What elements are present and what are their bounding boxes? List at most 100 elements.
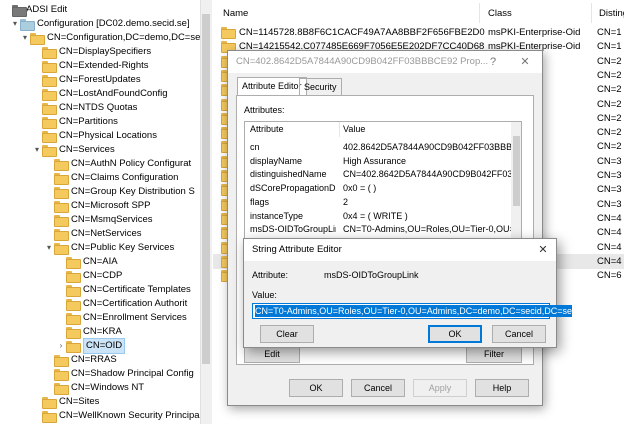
clear-button[interactable]: Clear	[260, 325, 314, 343]
tree-item[interactable]: CN=DisplaySpecifiers	[32, 45, 151, 59]
ok-button[interactable]: OK	[428, 325, 482, 343]
cancel-button[interactable]: Cancel	[492, 325, 546, 343]
distinguished-name-cell: CN=2	[597, 55, 622, 67]
tree-item[interactable]: CN=Extended-Rights	[32, 59, 149, 73]
expand-chevron-icon[interactable]: ›	[56, 339, 66, 353]
attribute-row[interactable]: instanceType 0x4 = ( WRITE )	[245, 210, 511, 223]
help-icon[interactable]: ?	[480, 51, 506, 73]
list-row[interactable]: CN=1145728.8B8F6C1CACF49A7AA8BBF2F656FBE…	[213, 25, 624, 40]
tree-item-label: CN=WellKnown Security Principa	[59, 410, 200, 421]
tree-item-label: CN=LostAndFoundConfig	[59, 88, 168, 99]
tab-attribute-editor[interactable]: Attribute Editor	[237, 77, 307, 96]
tree-item[interactable]: ▾ Configuration [DC02.demo.secid.se]	[10, 17, 190, 31]
tree-item-label: CN=ForestUpdates	[59, 74, 141, 85]
distinguished-name-cell: CN=3	[597, 184, 622, 196]
folder-icon	[42, 75, 57, 87]
expand-chevron-icon[interactable]: ▾	[20, 31, 30, 45]
attribute-value-cell: CN=402.8642D5A7844A90CD9B042FF03BE	[343, 169, 511, 180]
help-button[interactable]: Help	[475, 379, 529, 397]
attribute-name-cell: displayName	[250, 155, 303, 166]
tree-item[interactable]: CN=CDP	[56, 269, 122, 283]
folder-icon	[54, 355, 69, 367]
close-icon[interactable]: ✕	[512, 51, 538, 73]
close-icon[interactable]: ✕	[530, 239, 556, 261]
tree-item-label: CN=AIA	[83, 256, 118, 267]
tree-item[interactable]: CN=NTDS Quotas	[32, 101, 137, 115]
folder-icon	[54, 173, 69, 185]
properties-dialog: CN=402.8642D5A7844A90CD9B042FF03BBBCE92 …	[227, 50, 543, 406]
tree-item[interactable]: CN=Windows NT	[44, 381, 144, 395]
tree-item[interactable]: CN=LostAndFoundConfig	[32, 87, 168, 101]
tree-item[interactable]: CN=Physical Locations	[32, 129, 157, 143]
tree-item-label: CN=MsmqServices	[71, 214, 153, 225]
tree-item[interactable]: CN=ForestUpdates	[32, 73, 141, 87]
expand-chevron-icon[interactable]: ▾	[32, 143, 42, 157]
tree-item[interactable]: CN=MsmqServices	[44, 213, 153, 227]
object-class-cell: msPKI-Enterprise-Oid	[488, 27, 581, 38]
attribute-row[interactable]: flags 2	[245, 196, 511, 209]
tree-item[interactable]: CN=RRAS	[44, 353, 117, 367]
tree-item-label: CN=AuthN Policy Configurat	[71, 158, 192, 169]
folder-icon	[42, 145, 57, 157]
tree-item[interactable]: CN=WellKnown Security Principa	[32, 409, 200, 423]
expand-chevron-icon[interactable]: ▾	[10, 17, 20, 31]
grid-header-attribute[interactable]: Attribute	[250, 122, 284, 137]
apply-button[interactable]: Apply	[413, 379, 467, 397]
folder-icon	[42, 47, 57, 59]
tree-item[interactable]: CN=KRA	[56, 325, 122, 339]
tree-item[interactable]: CN=Certification Authorit	[56, 297, 187, 311]
column-header-name[interactable]: Name	[223, 5, 248, 23]
attributes-label: Attributes:	[244, 105, 285, 115]
column-divider[interactable]	[591, 3, 592, 23]
tab-security[interactable]: Security	[299, 78, 342, 95]
attribute-row[interactable]: dSCorePropagationD... 0x0 = ( )	[245, 182, 511, 195]
tree-item[interactable]: CN=AuthN Policy Configurat	[44, 157, 191, 171]
value-field[interactable]: CN=T0-Admins,OU=Roles,OU=Tier-0,OU=Admin…	[252, 303, 573, 319]
tree-item[interactable]: CN=Microsoft SPP	[44, 199, 150, 213]
column-divider[interactable]	[479, 3, 480, 23]
distinguished-name-cell: CN=3	[597, 198, 622, 210]
ok-button[interactable]: OK	[289, 379, 343, 397]
tree-item[interactable]: CN=Group Key Distribution S	[44, 185, 195, 199]
tree-item[interactable]: › CN=OID	[56, 338, 126, 354]
attribute-name-cell: instanceType	[250, 210, 304, 221]
tree-item[interactable]: CN=Sites	[32, 395, 99, 409]
tree-item-label: CN=Certificate Templates	[83, 284, 191, 295]
folder-icon	[54, 243, 69, 255]
distinguished-name-cell: CN=6	[597, 270, 622, 282]
attribute-row[interactable]: msDS-OIDToGroupLink CN=T0-Admins,OU=Roles…	[245, 223, 511, 236]
tree-item-label: CN=Physical Locations	[59, 130, 157, 141]
attribute-row[interactable]: displayName High Assurance	[245, 155, 511, 168]
expand-chevron-icon[interactable]: ▾	[44, 241, 54, 255]
tree-item-label: CN=Public Key Services	[71, 242, 175, 253]
distinguished-name-cell: CN=3	[597, 170, 622, 181]
tree-item[interactable]: ▾ CN=Services	[32, 143, 115, 157]
grid-scrollbar-thumb[interactable]	[513, 136, 520, 206]
tree-scrollbar-thumb[interactable]	[202, 14, 210, 364]
attribute-row[interactable]: cn 402.8642D5A7844A90CD9B042FF03BBBCE	[245, 141, 511, 154]
tree-item-label: CN=Certification Authorit	[83, 298, 188, 309]
tree-item-label: CN=Extended-Rights	[59, 60, 149, 71]
folder-icon	[66, 341, 81, 353]
tree-item[interactable]: CN=AIA	[56, 255, 118, 269]
attribute-value-cell: CN=T0-Admins,OU=Roles,OU=Tier-0,OU=Ac	[343, 224, 511, 235]
grid-header-value[interactable]: Value	[343, 122, 366, 137]
tree-item[interactable]: ▾ CN=Public Key Services	[44, 241, 174, 255]
tree-item[interactable]: ▾ CN=Configuration,DC=demo,DC=se	[20, 31, 200, 45]
tree-item[interactable]: CN=Partitions	[32, 115, 118, 129]
attribute-row[interactable]: distinguishedName CN=402.8642D5A7844A90CD…	[245, 168, 511, 181]
cancel-button[interactable]: Cancel	[351, 379, 405, 397]
column-header-distinguished-name[interactable]: Disting	[599, 5, 624, 23]
tree-item-label: CN=Partitions	[59, 116, 118, 127]
tree-item[interactable]: CN=NetServices	[44, 227, 141, 241]
folder-icon	[66, 257, 81, 269]
tree-item[interactable]: CN=Enrollment Services	[56, 311, 187, 325]
distinguished-name-cell: CN=2	[597, 84, 622, 96]
tree-item[interactable]: CN=Shadow Principal Config	[44, 367, 194, 381]
tree-item[interactable]: CN=Claims Configuration	[44, 171, 178, 185]
tree-item[interactable]: ADSI Edit	[2, 3, 67, 17]
tree-item[interactable]: CN=Certificate Templates	[56, 283, 191, 297]
column-header-class[interactable]: Class	[488, 5, 512, 23]
attribute-name-cell: dSCorePropagationD...	[250, 183, 336, 194]
attribute-label: Attribute:	[252, 270, 289, 280]
